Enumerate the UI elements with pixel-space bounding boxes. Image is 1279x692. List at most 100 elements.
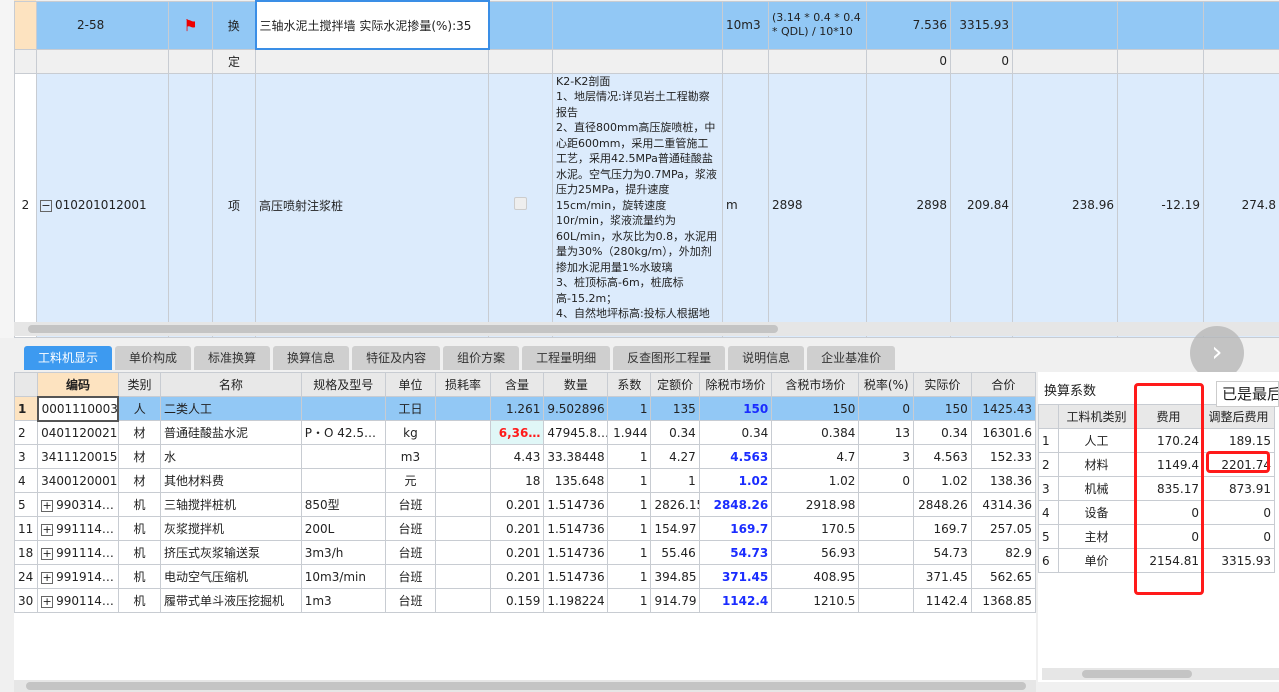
quantity-cell[interactable]: 1.514736 bbox=[543, 564, 609, 589]
tax-rate-cell[interactable] bbox=[858, 588, 915, 613]
tab-pricing-plan[interactable]: 组价方案 bbox=[443, 346, 520, 370]
market-price-cell[interactable]: 371.45 bbox=[698, 564, 773, 589]
table-row[interactable]: 2 0401120021 材 普通硅酸盐水泥 P・O 42.5… kg 6,36… 47945… bbox=[13, 420, 1037, 445]
loss-rate-cell[interactable] bbox=[435, 492, 491, 517]
adjusted-cost-cell[interactable]: 3315.93 bbox=[1202, 548, 1275, 573]
code-cell[interactable]: +991914… bbox=[37, 564, 119, 589]
name-input[interactable]: 三轴水泥土搅拌墙 实际水泥掺量(%):35 bbox=[254, 0, 490, 50]
name-cell[interactable]: 挤压式灰浆输送泵 bbox=[159, 540, 302, 565]
market-price-cell[interactable]: 150 bbox=[698, 396, 773, 421]
column-header[interactable]: 含税市场价 bbox=[771, 372, 860, 397]
tab-enterprise-price[interactable]: 企业基准价 bbox=[807, 346, 896, 370]
column-header[interactable]: 除税市场价 bbox=[698, 372, 773, 397]
tab-graphic-quantity[interactable]: 反查图形工程量 bbox=[613, 346, 726, 370]
content-cell[interactable]: 0.201 bbox=[489, 540, 545, 565]
spec-cell[interactable]: 10m3/min bbox=[300, 564, 386, 589]
expand-icon[interactable]: + bbox=[41, 547, 54, 560]
code-cell[interactable]: 0001110003 bbox=[36, 395, 120, 422]
spec-cell[interactable]: 1m3 bbox=[300, 588, 386, 613]
coefficient-cell[interactable]: 1 bbox=[607, 396, 652, 421]
coefficient-cell[interactable]: 1 bbox=[607, 588, 652, 613]
unit-cell[interactable]: 台班 bbox=[384, 588, 437, 613]
loss-rate-cell[interactable] bbox=[435, 468, 491, 493]
quantity-cell[interactable]: 1.198224 bbox=[543, 588, 609, 613]
loss-rate-cell[interactable] bbox=[435, 540, 491, 565]
expand-icon[interactable]: + bbox=[41, 595, 54, 608]
loss-rate-cell[interactable] bbox=[435, 564, 491, 589]
unit-cell[interactable]: 台班 bbox=[384, 516, 437, 541]
spec-cell[interactable]: P・O 42.5… bbox=[300, 420, 386, 445]
quantity-cell[interactable]: 47945.8… bbox=[543, 420, 609, 445]
name-cell[interactable]: 水 bbox=[159, 444, 302, 469]
adjusted-cost-cell[interactable]: 873.91 bbox=[1202, 476, 1275, 501]
tab-unit-price[interactable]: 单价构成 bbox=[115, 346, 192, 370]
tax-rate-cell[interactable]: 3 bbox=[858, 444, 915, 469]
table-row[interactable]: 18 +991114… 机挤压式灰浆输送泵 3m3/h 台班 0.201 1.514736 1… bbox=[13, 540, 1037, 565]
coefficient-cell[interactable]: 1.944 bbox=[607, 420, 652, 445]
quota-price-cell[interactable]: 0.34 bbox=[650, 420, 700, 445]
code-cell[interactable]: +990114… bbox=[37, 588, 119, 613]
quota-price-cell[interactable]: 154.97 bbox=[650, 516, 700, 541]
tab-notes[interactable]: 说明信息 bbox=[728, 346, 805, 370]
category-cell[interactable]: 机 bbox=[117, 540, 161, 565]
table-row[interactable]: 1 0001110003 人 二类人工 工日 1.261 9.502896 1 135 150 15… bbox=[13, 395, 1037, 422]
tax-price-cell[interactable]: 408.95 bbox=[771, 564, 860, 589]
adjusted-cost-cell[interactable]: 189.15 bbox=[1202, 428, 1275, 453]
market-price-cell[interactable]: 4.563 bbox=[698, 444, 773, 469]
code-cell[interactable]: +990314… bbox=[37, 492, 119, 517]
tab-features[interactable]: 特征及内容 bbox=[352, 346, 441, 370]
quota-price-cell[interactable]: 55.46 bbox=[650, 540, 700, 565]
tab-quantity-detail[interactable]: 工程量明细 bbox=[522, 346, 611, 370]
column-header[interactable]: 含量 bbox=[489, 372, 545, 397]
spec-cell[interactable]: 850型 bbox=[300, 492, 386, 517]
column-header[interactable]: 合价 bbox=[970, 372, 1037, 397]
expand-icon[interactable]: + bbox=[41, 571, 54, 584]
name-cell[interactable]: 灰浆搅拌机 bbox=[159, 516, 302, 541]
column-header[interactable]: 税率(%) bbox=[858, 372, 915, 397]
quantity-cell[interactable]: 135.648 bbox=[543, 468, 609, 493]
name-cell[interactable]: 普通硅酸盐水泥 bbox=[159, 420, 302, 445]
tax-rate-cell[interactable] bbox=[858, 492, 915, 517]
column-header[interactable]: 编码 bbox=[37, 372, 119, 397]
total-cell[interactable]: 1368.85 bbox=[970, 588, 1037, 613]
tax-price-cell[interactable]: 1.02 bbox=[771, 468, 860, 493]
table-row[interactable]: 2-58 ⚑ 换 三轴水泥土搅拌墙 实际水泥掺量(%):35 10m3 (3.1… bbox=[14, 0, 1279, 50]
adjusted-cost-cell[interactable]: 0 bbox=[1202, 500, 1275, 525]
column-header[interactable]: 系数 bbox=[607, 372, 652, 397]
total-cell[interactable]: 562.65 bbox=[970, 564, 1037, 589]
spec-cell[interactable]: 3m3/h bbox=[300, 540, 386, 565]
name-cell[interactable]: 三轴搅拌桩机 bbox=[159, 492, 302, 517]
tax-rate-cell[interactable]: 13 bbox=[858, 420, 915, 445]
tax-price-cell[interactable]: 0.384 bbox=[771, 420, 860, 445]
tax-price-cell[interactable]: 1210.5 bbox=[771, 588, 860, 613]
name-cell[interactable]: 履带式单斗液压挖掘机 bbox=[159, 588, 302, 613]
coefficient-cell[interactable]: 1 bbox=[607, 444, 652, 469]
table-row[interactable]: 30 +990114… 机履带式单斗液压挖掘机 1m3 台班 0.159 1.198224 1… bbox=[13, 588, 1037, 613]
coefficient-cell[interactable]: 1 bbox=[607, 468, 652, 493]
code-cell[interactable]: −010201012001 bbox=[36, 72, 169, 338]
top-horizontal-scrollbar[interactable] bbox=[14, 322, 1279, 336]
market-price-cell[interactable]: 169.7 bbox=[698, 516, 773, 541]
expression-cell[interactable]: (3.14 * 0.4 * 0.4 * QDL) / 10*10 bbox=[768, 0, 867, 50]
expand-icon[interactable]: + bbox=[41, 523, 54, 536]
code-cell[interactable]: +991114… bbox=[37, 516, 119, 541]
table-row[interactable]: 3 3411120015 材 水 m3 4.43 33.38448 1 4.27 4.563 4.7… bbox=[13, 444, 1037, 469]
name-cell[interactable]: 其他材料费 bbox=[159, 468, 302, 493]
code-cell[interactable]: 0401120021 bbox=[37, 420, 119, 445]
tax-price-cell[interactable]: 56.93 bbox=[771, 540, 860, 565]
content-cell[interactable]: 4.43 bbox=[489, 444, 545, 469]
quantity-cell[interactable]: 9.502896 bbox=[543, 396, 609, 421]
actual-price-cell[interactable]: 371.45 bbox=[913, 564, 972, 589]
actual-price-cell[interactable]: 169.7 bbox=[913, 516, 972, 541]
total-cell[interactable]: 152.33 bbox=[970, 444, 1037, 469]
quantity-cell[interactable]: 1.514736 bbox=[543, 492, 609, 517]
category-cell[interactable]: 机 bbox=[117, 564, 161, 589]
market-price-cell[interactable]: 2848.26 bbox=[698, 492, 773, 517]
table-row[interactable]: 2 −010201012001 项 高压喷射注浆桩 K2-K2剖面 1、地层情况… bbox=[14, 72, 1279, 338]
unit-cell[interactable]: 工日 bbox=[384, 396, 437, 421]
actual-price-cell[interactable]: 4.563 bbox=[913, 444, 972, 469]
quota-price-cell[interactable]: 2826.15 bbox=[650, 492, 700, 517]
tax-rate-cell[interactable] bbox=[858, 564, 915, 589]
table-row[interactable]: 24 +991914… 机电动空气压缩机 10m3/min 台班 0.201 1.51473… bbox=[13, 564, 1037, 589]
spec-cell[interactable] bbox=[300, 396, 386, 421]
